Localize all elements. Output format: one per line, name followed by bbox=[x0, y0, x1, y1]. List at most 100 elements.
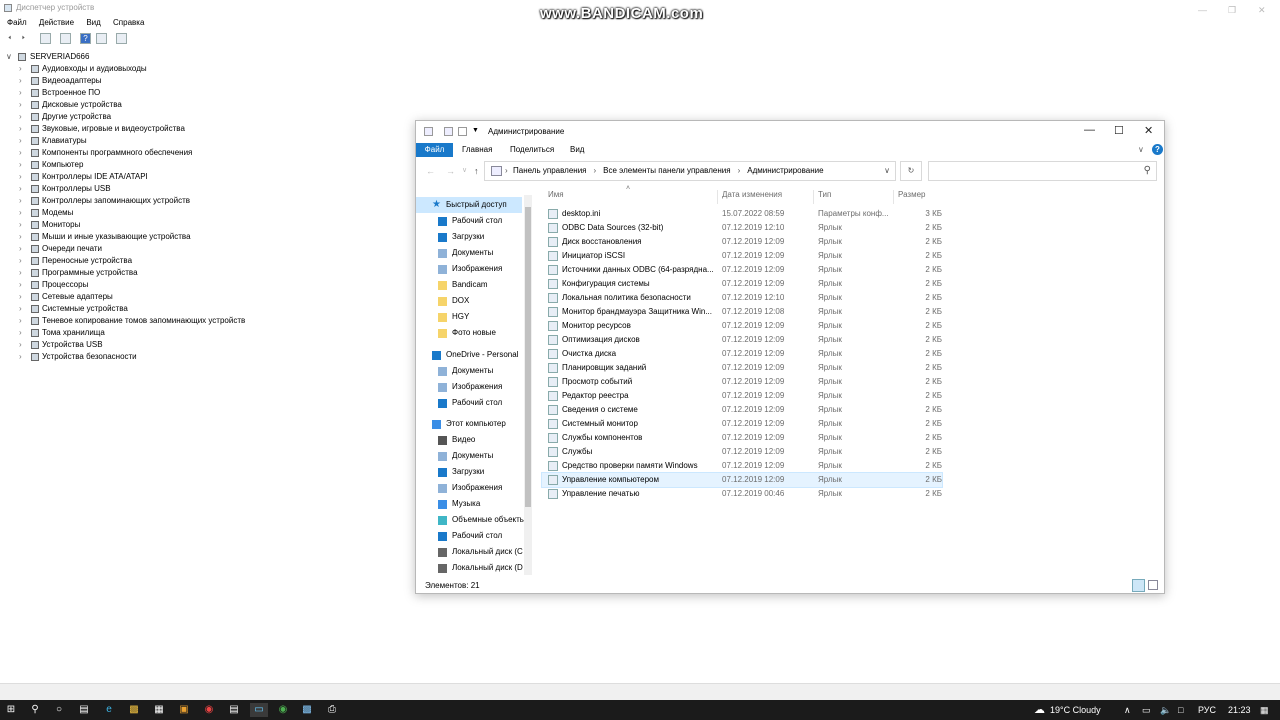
minimize-icon[interactable]: — bbox=[1084, 124, 1095, 136]
tab-home[interactable]: Главная bbox=[462, 143, 492, 157]
chrome-icon[interactable]: ◉ bbox=[276, 703, 290, 717]
tab-view[interactable]: Вид bbox=[570, 143, 584, 157]
file-row[interactable]: Службы 07.12.2019 12:09 Ярлык 2 КБ bbox=[542, 445, 942, 459]
search-input[interactable]: ⚲ bbox=[928, 161, 1157, 181]
nav-quick-item[interactable]: Изображения● bbox=[438, 261, 534, 277]
file-row[interactable]: Службы компонентов 07.12.2019 12:09 Ярлык 2… bbox=[542, 431, 942, 445]
close-icon[interactable]: ✕ bbox=[1144, 124, 1153, 137]
forward-icon[interactable]: → bbox=[446, 166, 455, 176]
chevron-right-icon[interactable]: › bbox=[19, 87, 22, 99]
chevron-right-icon[interactable]: › bbox=[19, 267, 22, 279]
menu-view[interactable]: Вид bbox=[86, 18, 100, 27]
device-category[interactable]: › Другие устройства bbox=[4, 111, 404, 123]
column-date[interactable]: Дата изменения bbox=[722, 190, 782, 199]
nav-pc-item[interactable]: Музыка bbox=[438, 496, 534, 512]
device-category[interactable]: › Компоненты программного обеспечения bbox=[4, 147, 404, 159]
tree-root[interactable]: ∨ SERVERIAD666 bbox=[4, 51, 404, 63]
breadcrumb-2[interactable]: Администрирование bbox=[747, 166, 823, 175]
scrollbar-thumb[interactable] bbox=[525, 207, 531, 507]
bandicam-icon[interactable]: ◉ bbox=[202, 703, 216, 717]
recent-icon[interactable]: ∨ bbox=[462, 166, 467, 174]
file-row[interactable]: Просмотр событий 07.12.2019 12:09 Ярлык 2 К… bbox=[542, 375, 942, 389]
file-row[interactable]: Управление компьютером 07.12.2019 12:09 Яр… bbox=[541, 472, 943, 488]
app-icon[interactable]: ▣ bbox=[177, 703, 191, 717]
nav-this-pc[interactable]: Этот компьютер bbox=[432, 416, 534, 432]
device-category[interactable]: › Видеоадаптеры bbox=[4, 75, 404, 87]
chevron-right-icon[interactable]: › bbox=[19, 99, 22, 111]
nav-quick-item[interactable]: Загрузки● bbox=[438, 229, 534, 245]
maximize-icon[interactable]: ☐ bbox=[1114, 124, 1124, 137]
forward-icon[interactable]: 🢒 bbox=[18, 33, 29, 44]
device-category[interactable]: › Очереди печати bbox=[4, 243, 404, 255]
device-category[interactable]: › Клавиатуры bbox=[4, 135, 404, 147]
nav-quick-item[interactable]: Bandicam bbox=[438, 277, 534, 293]
chevron-right-icon[interactable]: › bbox=[19, 123, 22, 135]
nav-pc-item[interactable]: Локальный диск (C bbox=[438, 544, 534, 560]
file-row[interactable]: Оптимизация дисков 07.12.2019 12:09 Ярлык 2… bbox=[542, 333, 942, 347]
folder-icon[interactable] bbox=[458, 127, 467, 136]
chevron-right-icon[interactable]: › bbox=[19, 63, 22, 75]
weather-text[interactable]: 19°C Cloudy bbox=[1050, 700, 1101, 720]
edge-icon[interactable]: e bbox=[102, 703, 116, 717]
ribbon-expand-icon[interactable]: ∨ bbox=[1138, 143, 1144, 157]
app-icon[interactable]: ▤ bbox=[227, 703, 241, 717]
details-view-icon[interactable] bbox=[1132, 579, 1145, 592]
nav-onedrive[interactable]: OneDrive - Personal bbox=[432, 347, 534, 363]
file-row[interactable]: Монитор брандмауэра Защитника Win... 07.1… bbox=[542, 305, 942, 319]
breadcrumb-1[interactable]: Все элементы панели управления bbox=[603, 166, 730, 175]
nav-onedrive-item[interactable]: Документы bbox=[438, 363, 534, 379]
chevron-right-icon[interactable]: › bbox=[19, 279, 22, 291]
properties-icon[interactable] bbox=[424, 127, 433, 136]
column-name[interactable]: Имя bbox=[548, 190, 564, 199]
device-category[interactable]: › Аудиовходы и аудиовыходы bbox=[4, 63, 404, 75]
start-icon[interactable]: ⊞ bbox=[4, 703, 18, 717]
nav-pc-item[interactable]: Документы bbox=[438, 448, 534, 464]
device-category[interactable]: › Сетевые адаптеры bbox=[4, 291, 404, 303]
nav-onedrive-item[interactable]: Изображения bbox=[438, 379, 534, 395]
device-category[interactable]: › Процессоры bbox=[4, 279, 404, 291]
battery-icon[interactable]: □ bbox=[1178, 700, 1183, 720]
search-icon[interactable]: ⚲ bbox=[28, 703, 42, 717]
update-driver-icon[interactable] bbox=[96, 33, 107, 44]
language-indicator[interactable]: РУС bbox=[1198, 700, 1216, 720]
new-folder-icon[interactable] bbox=[444, 127, 453, 136]
chevron-right-icon[interactable]: › bbox=[19, 255, 22, 267]
chevron-right-icon[interactable]: › bbox=[19, 327, 22, 339]
chevron-up-icon[interactable]: ∧ bbox=[1124, 700, 1131, 720]
chevron-right-icon[interactable]: › bbox=[19, 111, 22, 123]
nav-quick-item[interactable]: Фото новые bbox=[438, 325, 534, 341]
refresh-button[interactable]: ↻ bbox=[900, 161, 922, 181]
chevron-right-icon[interactable]: › bbox=[19, 147, 22, 159]
chevron-right-icon[interactable]: › bbox=[19, 171, 22, 183]
file-row[interactable]: Редактор реестра 07.12.2019 12:09 Ярлык 2 К… bbox=[542, 389, 942, 403]
device-category[interactable]: › Теневое копирование томов запоминающих … bbox=[4, 315, 404, 327]
device-category[interactable]: › Устройства USB bbox=[4, 339, 404, 351]
device-manager-taskbar-icon[interactable]: ▭ bbox=[250, 703, 268, 717]
task-view-icon[interactable]: ▤ bbox=[77, 703, 91, 717]
file-row[interactable]: Сведения о системе 07.12.2019 12:09 Ярлык 2… bbox=[542, 403, 942, 417]
file-row[interactable]: Инициатор iSCSI 07.12.2019 12:09 Ярлык 2 КБ bbox=[542, 249, 942, 263]
device-category[interactable]: › Контроллеры IDE ATA/ATAPI bbox=[4, 171, 404, 183]
nav-pc-item[interactable]: Рабочий стол bbox=[438, 528, 534, 544]
device-category[interactable]: › Системные устройства bbox=[4, 303, 404, 315]
file-row[interactable]: Диск восстановления 07.12.2019 12:09 Ярлык… bbox=[542, 235, 942, 249]
address-bar[interactable]: › Панель управления › Все элементы панели … bbox=[484, 161, 896, 181]
breadcrumb-0[interactable]: Панель управления bbox=[513, 166, 587, 175]
nav-scrollbar[interactable] bbox=[524, 195, 532, 575]
store-icon[interactable]: ▦ bbox=[152, 703, 166, 717]
chevron-right-icon[interactable]: › bbox=[19, 135, 22, 147]
monitor-icon[interactable] bbox=[116, 33, 127, 44]
device-category[interactable]: › Устройства безопасности bbox=[4, 351, 404, 363]
nav-quick-item[interactable]: DOX bbox=[438, 293, 534, 309]
device-category[interactable]: › Звуковые, игровые и видеоустройства bbox=[4, 123, 404, 135]
chevron-right-icon[interactable]: › bbox=[19, 195, 22, 207]
file-row[interactable]: Очистка диска 07.12.2019 12:09 Ярлык 2 КБ bbox=[542, 347, 942, 361]
chevron-right-icon[interactable]: › bbox=[19, 75, 22, 87]
device-category[interactable]: › Программные устройства bbox=[4, 267, 404, 279]
file-row[interactable]: Планировщик заданий 07.12.2019 12:09 Ярлык… bbox=[542, 361, 942, 375]
properties-icon[interactable] bbox=[40, 33, 51, 44]
file-row[interactable]: Монитор ресурсов 07.12.2019 12:09 Ярлык 2 К… bbox=[542, 319, 942, 333]
chevron-right-icon[interactable]: › bbox=[19, 315, 22, 327]
file-row[interactable]: Конфигурация системы 07.12.2019 12:09 Ярлы… bbox=[542, 277, 942, 291]
maximize-icon[interactable]: ❐ bbox=[1228, 2, 1236, 18]
